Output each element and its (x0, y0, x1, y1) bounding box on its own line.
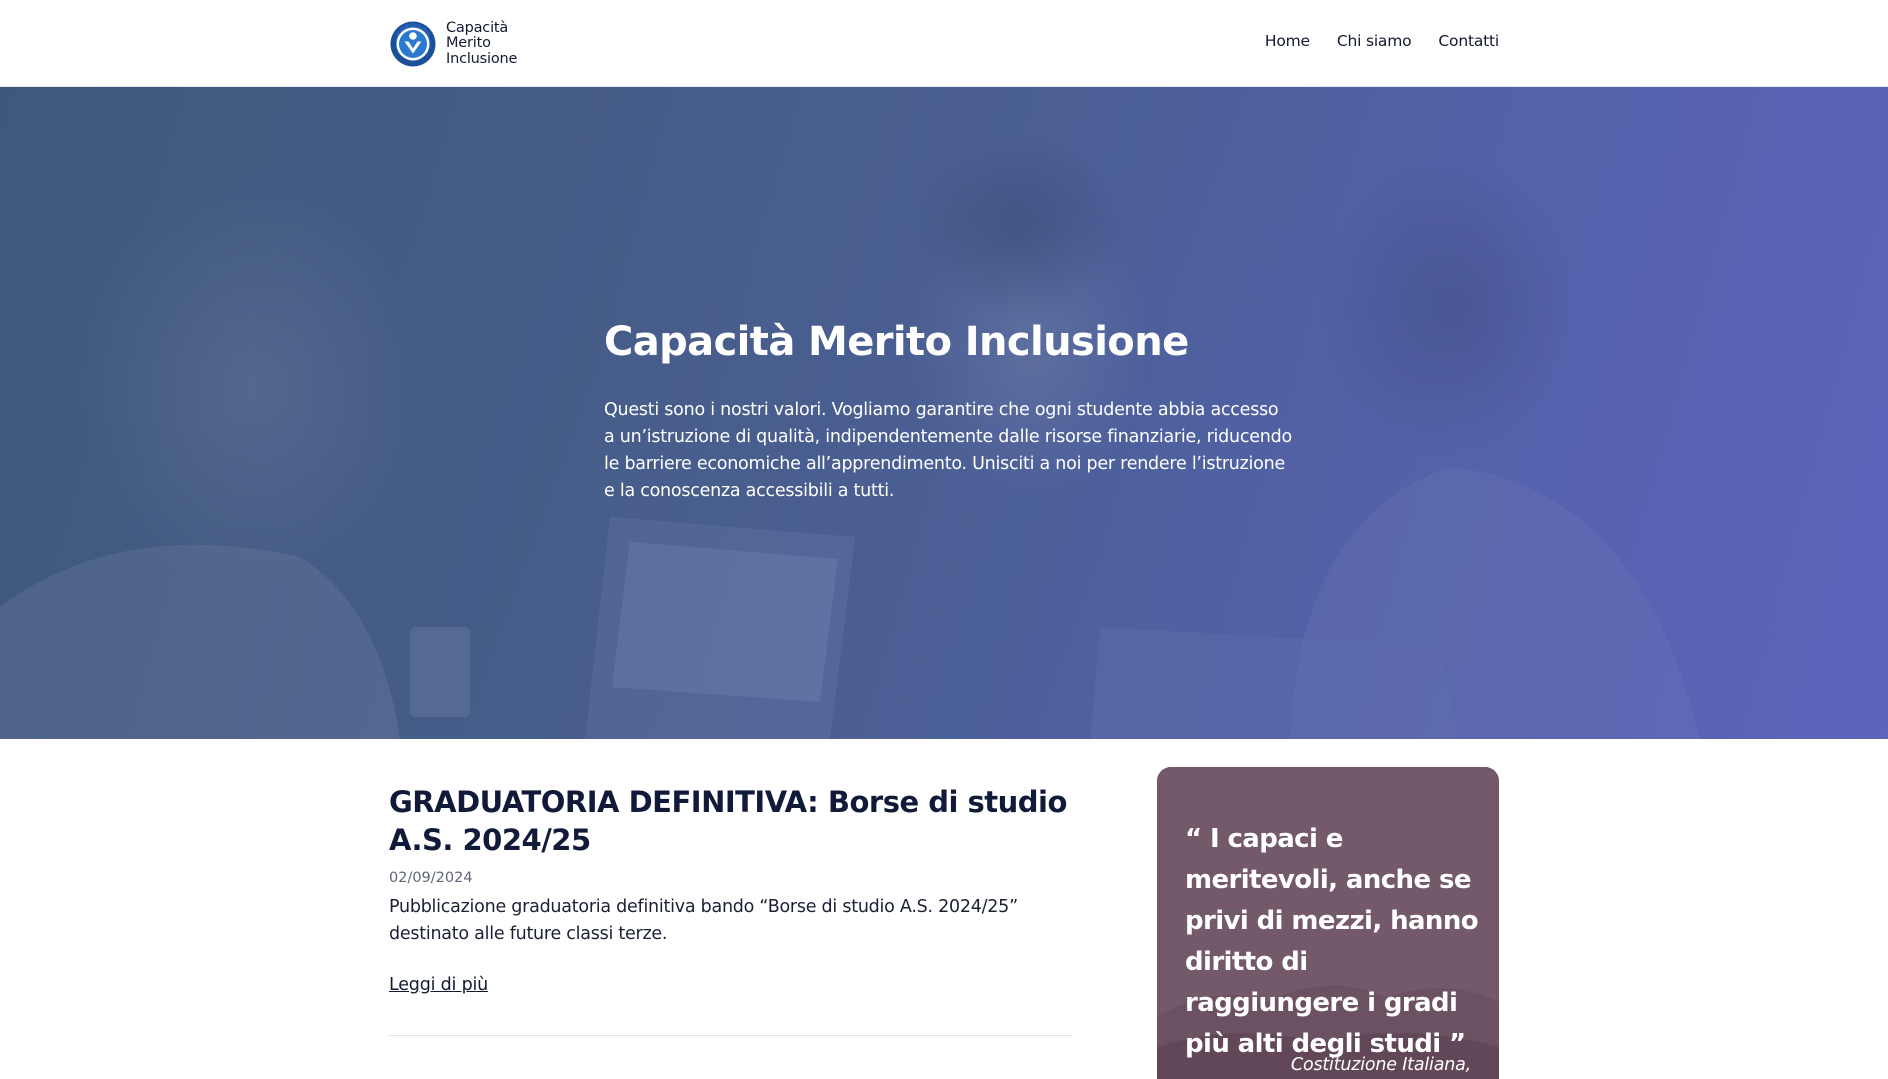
logo-line-1: Capacità (446, 19, 509, 36)
quote-card: “ I capaci e meritevoli, anche se privi … (1157, 767, 1499, 1079)
logo-line-2: Merito (446, 35, 491, 52)
site-header: Capacità Merito Inclusione Home Chi siam… (0, 0, 1888, 87)
quote-source: Costituzione Italiana, (1290, 1055, 1471, 1075)
read-more-link[interactable]: Leggi di più (389, 975, 488, 995)
article-title[interactable]: GRADUATORIA DEFINITIVA: Borse di studio … (389, 783, 1073, 859)
nav-contatti-link[interactable]: Contatti (1438, 32, 1499, 50)
article-date: 02/09/2024 (389, 870, 473, 886)
article-excerpt: Pubblicazione graduatoria definitiva ban… (389, 897, 1018, 944)
logo-wordmark: Capacità Merito Inclusione (446, 19, 518, 68)
hero-title: Capacità Merito Inclusione (604, 319, 1189, 365)
quote-text: “ I capaci e meritevoli, anche se privi … (1185, 824, 1479, 1059)
article-divider (389, 1035, 1073, 1036)
logo-link[interactable]: Capacità Merito Inclusione (389, 19, 517, 69)
hero-section: Capacità Merito Inclusione Questi sono i… (0, 87, 1888, 739)
hero-description: Questi sono i nostri valori. Vogliamo ga… (604, 400, 1292, 501)
logo-icon (390, 21, 436, 67)
nav-home-link[interactable]: Home (1265, 32, 1310, 50)
news-article: GRADUATORIA DEFINITIVA: Borse di studio … (389, 783, 1073, 995)
main-nav: Home Chi siamo Contatti (1265, 32, 1499, 50)
logo-line-3: Inclusione (446, 50, 518, 67)
nav-chi-siamo-link[interactable]: Chi siamo (1337, 32, 1412, 50)
